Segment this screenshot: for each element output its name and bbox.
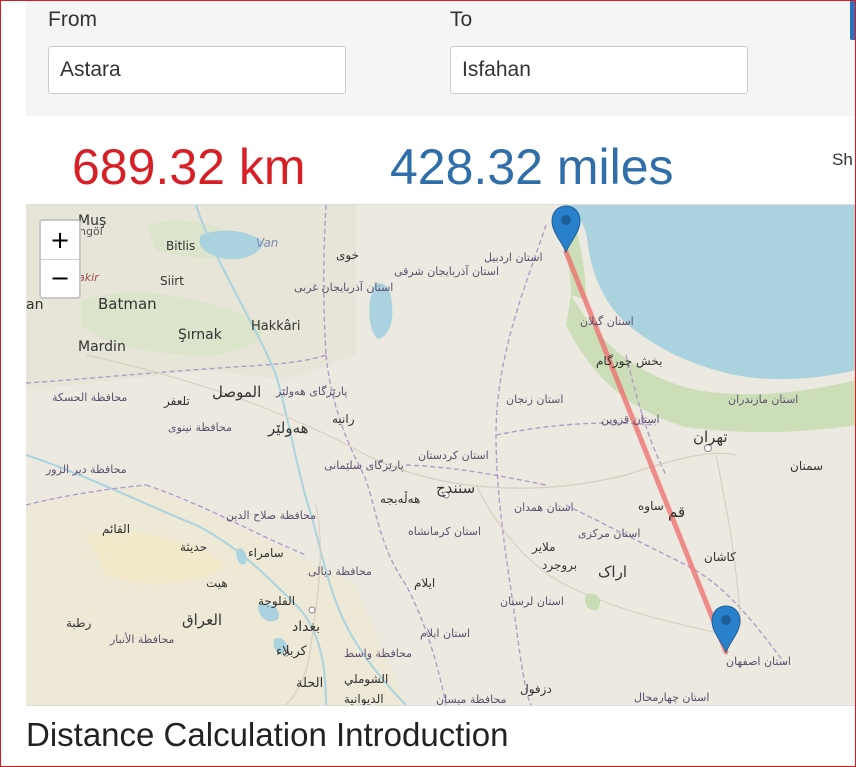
label-shomali: الشوملي: [344, 672, 388, 687]
label-ilam-city: ایلام: [414, 576, 435, 590]
zoom-control: + −: [39, 219, 81, 299]
to-input[interactable]: [450, 46, 748, 94]
label-nineveh: محافظة نينوى: [168, 421, 232, 434]
label-hasakah: محافظة الحسكة: [52, 391, 127, 404]
label-kurdistan: استان کردستان: [418, 449, 489, 462]
label-e-azarbaijan: استان آذربایجان شرقی: [394, 264, 499, 278]
label-arak: اراک: [598, 563, 627, 581]
label-rutba: رطبة: [66, 616, 92, 631]
label-hit: هيت: [206, 576, 228, 590]
label-semnan: سمنان: [790, 459, 823, 473]
label-anbar: محافظة الأنبار: [109, 632, 175, 646]
label-khoy: خوی: [336, 248, 359, 263]
label-maysan: محافظة ميسان: [436, 693, 507, 705]
map-basemap: Muş ingöl Bitlis Van Siirt Batman Hakkâr…: [26, 205, 856, 705]
section-heading: Distance Calculation Introduction: [26, 716, 509, 753]
label-saveh: ساوه: [638, 499, 664, 514]
label-sanandaj: سنندج: [436, 479, 475, 498]
label-chaharmahal: استان چهارمحال: [634, 691, 709, 704]
label-mardin: Mardin: [78, 339, 126, 355]
label-fallujah: الفلوجة: [258, 594, 295, 609]
label-akir: akir: [78, 271, 100, 284]
label-erbil-gov: پارێزگای هەولێر: [275, 385, 347, 398]
label-karbala: كربلاء: [276, 644, 308, 659]
label-ilam: استان ایلام: [420, 627, 470, 640]
label-diyala: محافظة ديالى: [308, 565, 372, 578]
label-ardabil-prov: استان اردبیل: [484, 251, 543, 264]
from-input[interactable]: [48, 46, 346, 94]
label-sirnak: Şırnak: [178, 327, 223, 343]
label-lorestan: استان لرستان: [500, 595, 564, 608]
from-label: From: [48, 8, 97, 31]
to-label: To: [450, 8, 473, 31]
label-kashan: کاشان: [704, 550, 736, 564]
label-bakhsh: بخش چورگام: [596, 354, 662, 369]
label-samarra: سامراء: [248, 546, 284, 561]
label-markazi: استان مرکزی: [578, 527, 640, 540]
label-wasit: محافظة واسط: [344, 647, 412, 660]
label-isfahan-prov: استان اصفهان: [726, 655, 791, 668]
label-gilan: استان گیلان: [580, 315, 634, 328]
zoom-out-button[interactable]: −: [41, 259, 79, 297]
label-malayer: ملایر: [531, 540, 556, 555]
label-baghdad: بغداد: [292, 619, 320, 635]
label-erbil: هەولێر: [267, 419, 309, 437]
label-kermanshah: استان کرمانشاه: [408, 525, 481, 538]
label-tehran: تهران: [693, 428, 728, 446]
label-van: Van: [256, 236, 278, 250]
label-w-azarbaijan: استان آذربایجان غربی: [294, 280, 393, 294]
label-raniyeh: رانیه: [332, 412, 355, 427]
label-deir: محافظة دير الزور: [45, 463, 127, 476]
submit-button-edge[interactable]: [850, 0, 856, 40]
route-map[interactable]: Muş ingöl Bitlis Van Siirt Batman Hakkâr…: [26, 204, 856, 706]
label-talafar: تلعفر: [163, 394, 190, 409]
share-label[interactable]: Sh: [832, 150, 853, 170]
distance-km: 689.32 km: [72, 139, 306, 195]
label-hakkari: Hakkâri: [251, 319, 301, 334]
label-dezful: دزفول: [520, 682, 552, 697]
label-halabja: هەڵەبجە: [380, 491, 420, 506]
label-hillah: الحلة: [296, 676, 323, 691]
label-batman: Batman: [98, 295, 157, 313]
label-qaim: القائم: [102, 522, 130, 536]
label-bitlis: Bitlis: [166, 239, 195, 253]
label-borujerd: بروجرد: [542, 558, 577, 573]
label-qazvin: استان قزوین: [601, 413, 660, 426]
route-form: From To: [26, 0, 856, 116]
label-mazandaran: استان مازندران: [728, 393, 798, 406]
label-qom: قم: [668, 503, 685, 521]
label-salahaddin: محافظة صلاح الدين: [226, 509, 316, 522]
label-mosul: الموصل: [212, 383, 261, 401]
label-iraq: العراق: [182, 611, 222, 629]
label-haditha: حديثة: [180, 540, 207, 554]
label-hamadan: استان همدان: [514, 501, 574, 514]
zoom-in-button[interactable]: +: [41, 221, 79, 259]
distance-miles: 428.32 miles: [390, 139, 674, 195]
label-zanjan: استان زنجان: [506, 393, 563, 406]
label-diwaniyah: الديوانية: [344, 692, 384, 705]
label-siirt: Siirt: [160, 274, 184, 288]
label-an: an: [26, 297, 43, 313]
label-sulaymaniyah: پارێزگای سلێمانی: [324, 459, 404, 472]
